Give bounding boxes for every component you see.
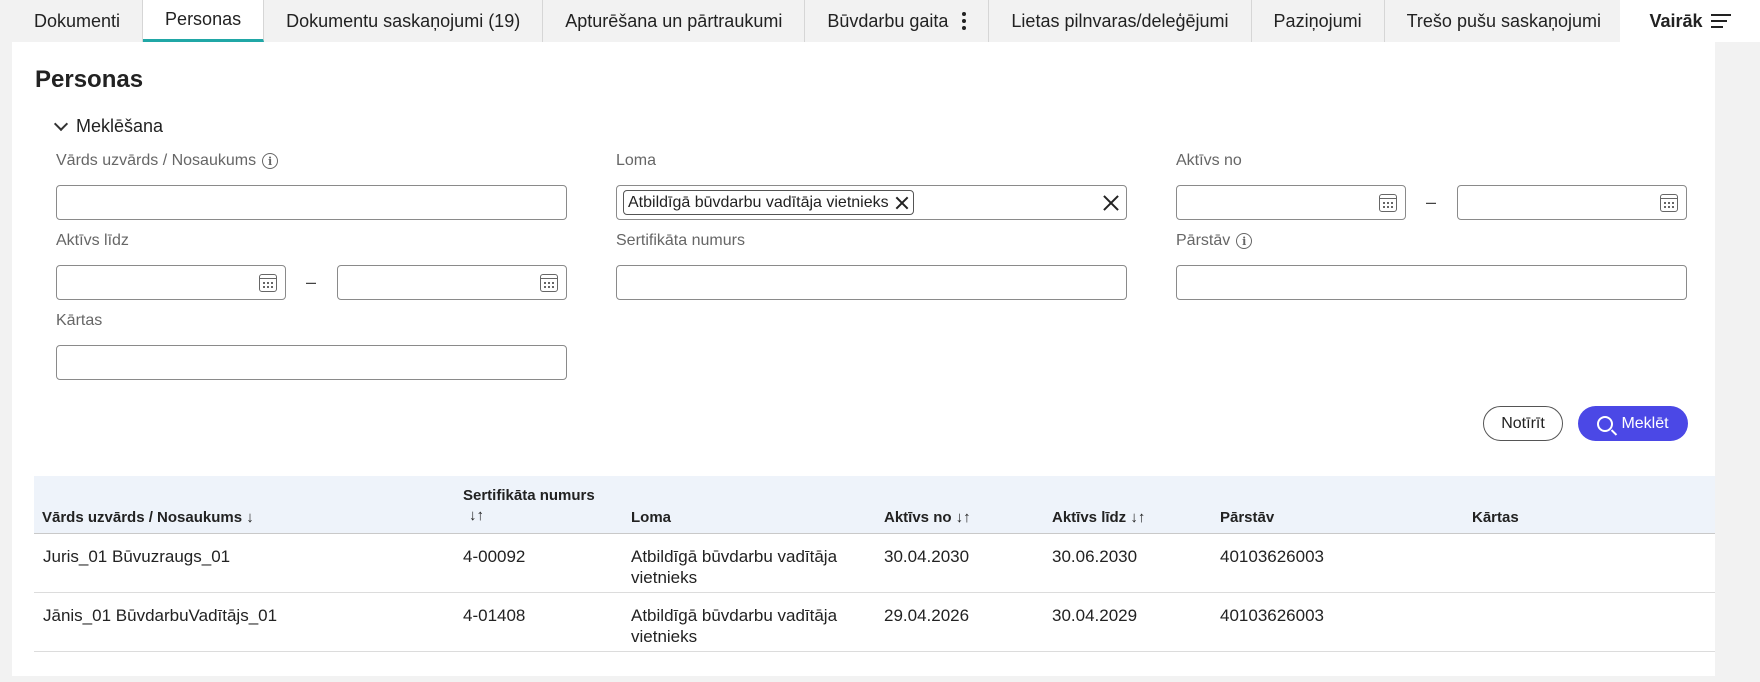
represents-input[interactable] (1176, 265, 1687, 300)
cell-active-from: 30.04.2030 (884, 547, 970, 566)
table-row[interactable]: Juris_01 Būvuzraugs_01 4-00092 Atbildīgā… (34, 534, 1715, 593)
kebab-icon[interactable] (962, 12, 967, 30)
cell-role: Atbildīgā būvdarbu vadītāja vietnieks (631, 605, 837, 647)
cell-represents: 40103626003 (1220, 547, 1325, 566)
clear-button[interactable]: Notīrīt (1483, 406, 1563, 441)
label-text: Pārstāv (1176, 232, 1231, 249)
col-role-header: Loma (631, 509, 672, 526)
cell-role-line: vietnieks (631, 627, 698, 646)
calendar-icon[interactable] (1379, 194, 1397, 212)
more-label: Vairāk (1649, 10, 1703, 31)
cell-active-from: 29.04.2026 (884, 606, 970, 625)
cell-name: Jānis_01 BūvdarbuVadītājs_01 (43, 606, 278, 625)
name-field-label: Vārds uzvārds / Nosaukums i (56, 152, 279, 170)
cert-field-label: Sertifikāta numurs (616, 232, 745, 250)
label-text: Vārds uzvārds / Nosaukums (56, 152, 257, 169)
info-icon[interactable]: i (1236, 233, 1253, 249)
tab-pazinojumi[interactable]: Paziņojumi (1252, 0, 1385, 42)
tab-dokumenti[interactable]: Dokumenti (0, 0, 144, 42)
search-toggle-label: Meklēšana (76, 116, 164, 136)
role-select[interactable]: Atbildīgā būvdarbu vadītāja vietnieks (616, 185, 1127, 220)
active-to-label: Aktīvs līdz (56, 232, 129, 250)
col-active-to-header[interactable]: Aktīvs līdz ↓↑ (1052, 508, 1145, 528)
active-from-start-date[interactable] (1176, 185, 1406, 220)
active-to-start-date[interactable] (56, 265, 286, 300)
cell-active-to: 30.06.2030 (1052, 547, 1138, 566)
search-toggle[interactable]: Meklēšana (53, 116, 164, 137)
personas-panel: Personas Meklēšana Vārds uzvārds / Nosau… (12, 42, 1715, 676)
col-represents-header: Pārstāv (1220, 509, 1275, 526)
search-icon (1597, 415, 1614, 432)
search-button[interactable]: Meklēt (1578, 406, 1688, 441)
label-text: Sertifikāta numurs (616, 232, 745, 249)
range-separator: – (1426, 192, 1437, 212)
label-text: Loma (616, 152, 657, 169)
tab-treso-pusu-saskanojumi[interactable]: Trešo pušu saskaņojumi (1385, 0, 1623, 42)
close-icon[interactable] (895, 196, 909, 210)
col-orders-header: Kārtas (1472, 509, 1519, 526)
active-from-label: Aktīvs no (1176, 152, 1242, 170)
tab-buvdarbu-gaita[interactable]: Būvdarbu gaita (805, 0, 990, 42)
active-from-end-date[interactable] (1457, 185, 1687, 220)
cell-active-to: 30.04.2029 (1052, 606, 1138, 625)
more-tabs-button[interactable]: Vairāk (1620, 0, 1760, 42)
cell-role-line: Atbildīgā būvdarbu vadītāja (631, 547, 838, 566)
tab-bar: Dokumenti Personas Dokumentu saskaņojumi… (0, 0, 1760, 42)
tab-label: Trešo pušu saskaņojumi (1406, 10, 1602, 31)
orders-input[interactable] (56, 345, 567, 380)
clear-button-label: Notīrīt (1501, 414, 1545, 432)
orders-field-label: Kārtas (56, 312, 102, 330)
tab-label: Dokumentu saskaņojumi (19) (286, 10, 521, 31)
cert-input[interactable] (616, 265, 1127, 300)
search-button-label: Meklēt (1621, 414, 1669, 432)
table-row[interactable]: Jānis_01 BūvdarbuVadītājs_01 4-01408 Atb… (34, 593, 1715, 652)
cell-cert: 4-01408 (463, 606, 526, 625)
table-header: Vārds uzvārds / Nosaukums ↓ Sertifikāta … (34, 476, 1715, 534)
cell-name: Juris_01 Būvuzraugs_01 (43, 547, 231, 566)
calendar-icon[interactable] (1660, 194, 1678, 212)
cell-represents: 40103626003 (1220, 606, 1325, 625)
tab-lietas-pilnvaras[interactable]: Lietas pilnvaras/deleģējumi (989, 0, 1252, 42)
col-cert-header-text: Sertifikāta numurs (463, 487, 595, 504)
active-to-end-date[interactable] (337, 265, 567, 300)
menu-icon (1710, 14, 1731, 28)
represents-field-label: Pārstāv i (1176, 232, 1253, 250)
role-field-label: Loma (616, 152, 656, 170)
tab-label: Paziņojumi (1273, 10, 1362, 31)
name-input[interactable] (56, 185, 567, 220)
col-name-header[interactable]: Vārds uzvārds / Nosaukums ↓ (42, 508, 254, 528)
page-title: Personas (35, 66, 144, 93)
sort-icon: ↓↑ (469, 507, 484, 524)
tab-label: Būvdarbu gaita (827, 10, 949, 31)
chevron-down-icon (53, 116, 69, 131)
label-text: Aktīvs no (1176, 152, 1242, 169)
tab-label: Personas (165, 9, 242, 29)
col-active-from-header[interactable]: Aktīvs no ↓↑ (884, 508, 971, 528)
role-chip: Atbildīgā būvdarbu vadītāja vietnieks (623, 190, 914, 215)
tab-personas[interactable]: Personas (143, 0, 265, 42)
cell-role-line: Atbildīgā būvdarbu vadītāja (631, 606, 838, 625)
col-cert-header[interactable]: Sertifikāta numurs ↓↑ (463, 486, 595, 526)
range-separator: – (306, 272, 317, 292)
tab-apturesana[interactable]: Apturēšana un pārtraukumi (543, 0, 806, 42)
label-text: Aktīvs līdz (56, 232, 129, 249)
tab-label: Lietas pilnvaras/deleģējumi (1011, 10, 1229, 31)
cell-cert: 4-00092 (463, 547, 526, 566)
tab-label: Dokumenti (34, 10, 121, 31)
calendar-icon[interactable] (259, 274, 277, 292)
cell-role-line: vietnieks (631, 568, 698, 587)
cell-role: Atbildīgā būvdarbu vadītāja vietnieks (631, 546, 837, 588)
clear-role-icon[interactable] (1102, 194, 1120, 212)
info-icon[interactable]: i (262, 153, 279, 169)
tab-dokumentu-saskanojumi[interactable]: Dokumentu saskaņojumi (19) (264, 0, 544, 42)
role-chip-label: Atbildīgā būvdarbu vadītāja vietnieks (628, 193, 889, 211)
label-text: Kārtas (56, 312, 103, 329)
tab-label: Apturēšana un pārtraukumi (565, 10, 783, 31)
calendar-icon[interactable] (540, 274, 558, 292)
